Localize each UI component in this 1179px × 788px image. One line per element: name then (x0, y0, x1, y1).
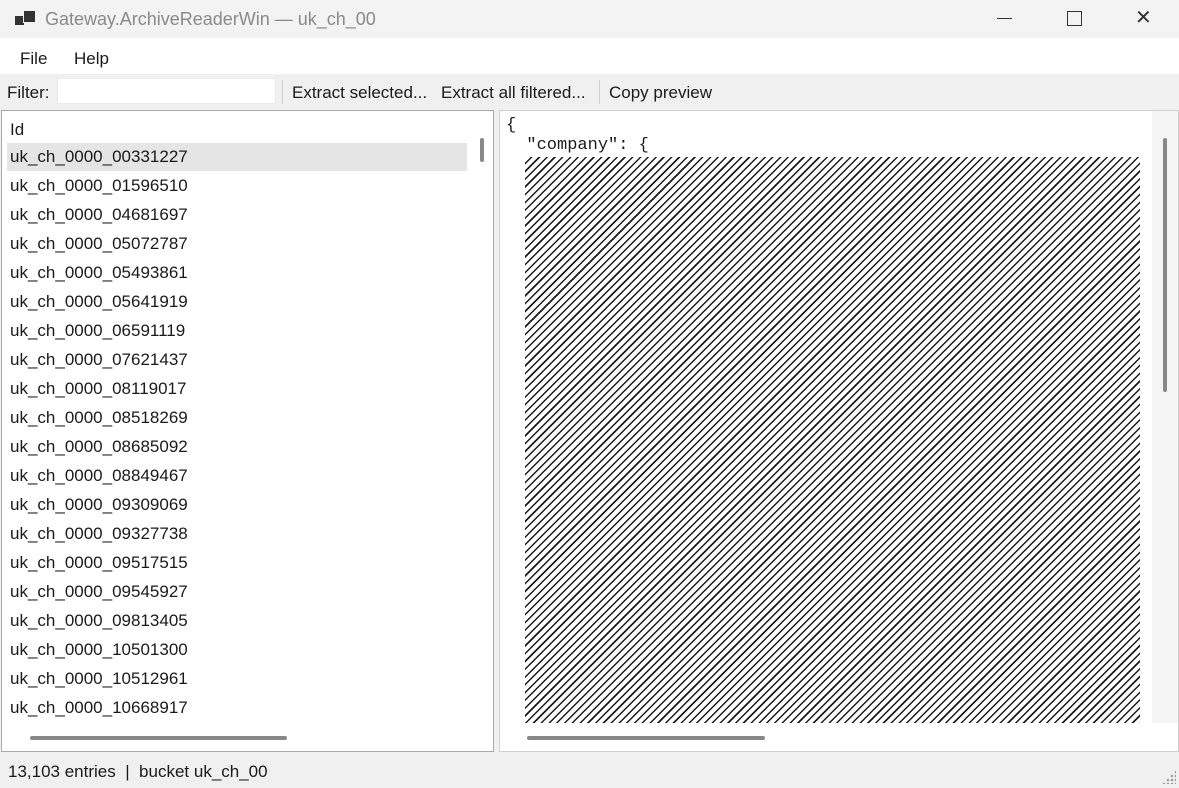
menu-bar: File Help (0, 38, 1179, 74)
status-text: 13,103 entries | bucket uk_ch_00 (8, 762, 268, 781)
close-icon: ✕ (1135, 7, 1152, 29)
list-item[interactable]: uk_ch_0000_07621437 (7, 346, 467, 374)
list-item[interactable]: uk_ch_0000_05641919 (7, 288, 467, 316)
minimize-button[interactable] (970, 0, 1040, 38)
preview-vertical-scrollbar-track (1152, 111, 1178, 723)
list-item[interactable]: uk_ch_0000_09813405 (7, 607, 467, 635)
title-bar: Gateway.ArchiveReaderWin — uk_ch_00 ✕ (0, 0, 1179, 38)
redacted-content (525, 157, 1140, 732)
window-title: Gateway.ArchiveReaderWin — uk_ch_00 (45, 9, 376, 29)
toolbar-separator (282, 80, 283, 104)
column-header-id[interactable]: Id (10, 120, 24, 140)
list-item[interactable]: uk_ch_0000_09545927 (7, 578, 467, 606)
list-item[interactable]: uk_ch_0000_10501300 (7, 636, 467, 664)
list-item[interactable]: uk_ch_0000_09517515 (7, 549, 467, 577)
list-vertical-scrollbar[interactable] (480, 138, 484, 162)
maximize-button[interactable] (1039, 0, 1109, 38)
entry-list[interactable]: Id uk_ch_0000_00331227 uk_ch_0000_0159651… (1, 110, 494, 752)
copy-preview-button[interactable]: Copy preview (609, 83, 712, 103)
list-item[interactable]: uk_ch_0000_08849467 (7, 462, 467, 490)
preview-line: { (506, 116, 517, 135)
extract-all-filtered-button[interactable]: Extract all filtered... (441, 83, 586, 103)
list-item[interactable]: uk_ch_0000_06591119 (7, 317, 467, 345)
close-button[interactable]: ✕ (1109, 0, 1179, 38)
app-icon (15, 10, 36, 26)
menu-help[interactable]: Help (74, 49, 109, 69)
list-item[interactable]: uk_ch_0000_10668917 (7, 694, 467, 722)
status-bar: 13,103 entries | bucket uk_ch_00 (0, 754, 1179, 788)
list-item[interactable]: uk_ch_0000_05493861 (7, 259, 467, 287)
list-item[interactable]: uk_ch_0000_08685092 (7, 433, 467, 461)
list-item[interactable]: uk_ch_0000_05072787 (7, 230, 467, 258)
resize-grip-icon[interactable] (1162, 770, 1176, 784)
list-item[interactable]: uk_ch_0000_08518269 (7, 404, 467, 432)
json-preview[interactable]: { "company": { (499, 110, 1179, 752)
list-item[interactable]: uk_ch_0000_09327738 (7, 520, 467, 548)
preview-horizontal-scrollbar[interactable] (527, 736, 765, 740)
toolbar: Filter: Extract selected... Extract all … (0, 74, 1179, 108)
list-item[interactable]: uk_ch_0000_04681697 (7, 201, 467, 229)
preview-horizontal-scrollbar-track (500, 723, 1178, 751)
list-item[interactable]: uk_ch_0000_01596510 (7, 172, 467, 200)
maximize-icon (1067, 11, 1082, 26)
filter-label: Filter: (7, 83, 50, 102)
minimize-icon (997, 18, 1012, 19)
list-horizontal-scrollbar[interactable] (30, 736, 287, 740)
filter-input[interactable] (57, 78, 276, 104)
list-item[interactable]: uk_ch_0000_00331227 (7, 143, 467, 171)
list-item[interactable]: uk_ch_0000_08119017 (7, 375, 467, 403)
extract-selected-button[interactable]: Extract selected... (292, 83, 427, 103)
list-item[interactable]: uk_ch_0000_09309069 (7, 491, 467, 519)
toolbar-separator (599, 80, 600, 104)
list-horizontal-scrollbar-track (2, 723, 493, 751)
list-item[interactable]: uk_ch_0000_10512961 (7, 665, 467, 693)
preview-vertical-scrollbar[interactable] (1163, 138, 1167, 392)
menu-file[interactable]: File (20, 49, 47, 69)
preview-line: "company": { (506, 136, 649, 155)
